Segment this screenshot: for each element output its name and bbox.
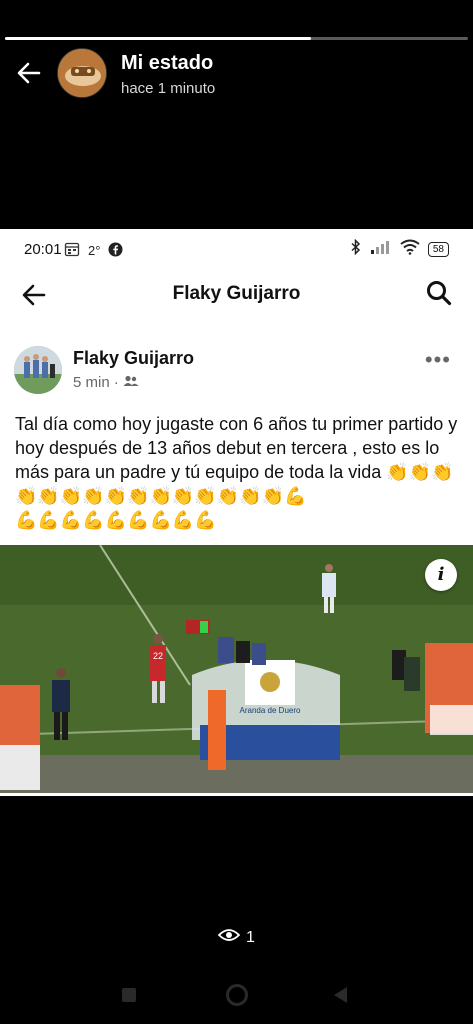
eye-icon bbox=[217, 928, 241, 947]
post-meta: 5 min · bbox=[73, 374, 139, 391]
signal-icon bbox=[370, 240, 392, 259]
post-body: Tal día como hoy jugaste con 6 años tu p… bbox=[15, 412, 463, 532]
system-back-icon[interactable] bbox=[334, 987, 347, 1003]
more-options-icon[interactable]: ••• bbox=[425, 347, 451, 373]
bluetooth-icon bbox=[350, 238, 362, 260]
emoji-line-2: 💪💪💪💪💪💪💪💪💪 bbox=[15, 510, 217, 530]
photo-signage: Aranda de Duero bbox=[240, 706, 301, 715]
viewers-count: 1 bbox=[246, 928, 255, 946]
status-bar: 20:01 2° 58 bbox=[0, 229, 473, 269]
post-time: 5 min bbox=[73, 374, 110, 391]
recents-icon[interactable] bbox=[122, 988, 136, 1002]
back-arrow-icon[interactable] bbox=[14, 58, 44, 88]
story-progress-fill bbox=[5, 37, 311, 40]
story-progress-bar bbox=[5, 37, 468, 40]
wifi-icon bbox=[400, 239, 420, 260]
post-author-name[interactable]: Flaky Guijarro bbox=[73, 348, 194, 369]
fb-header: Flaky Guijarro bbox=[0, 273, 473, 317]
post-photo[interactable]: Aranda de Duero 22 i bbox=[0, 545, 473, 793]
facebook-icon bbox=[108, 242, 123, 260]
avatar[interactable] bbox=[57, 48, 107, 98]
story-timestamp: hace 1 minuto bbox=[121, 80, 216, 97]
search-icon[interactable] bbox=[425, 279, 453, 312]
system-nav-bar bbox=[0, 978, 473, 1014]
story-title: Mi estado bbox=[121, 52, 214, 74]
temperature-text: 2° bbox=[88, 243, 101, 258]
friends-icon bbox=[123, 374, 139, 391]
calendar-icon bbox=[64, 241, 80, 260]
post-author-avatar[interactable] bbox=[14, 346, 62, 394]
shared-screenshot: 20:01 2° 58 Flaky Guijarro Flaky Guijarr… bbox=[0, 229, 473, 796]
page-title: Flaky Guijarro bbox=[172, 283, 301, 304]
info-icon[interactable]: i bbox=[425, 559, 457, 591]
photo-board-number: 22 bbox=[153, 651, 163, 661]
story-viewers[interactable]: 1 bbox=[0, 928, 473, 947]
home-icon[interactable] bbox=[226, 984, 248, 1006]
separator-dot: · bbox=[113, 374, 119, 391]
battery-indicator: 58 bbox=[427, 242, 449, 257]
status-time: 20:01 bbox=[24, 241, 62, 258]
